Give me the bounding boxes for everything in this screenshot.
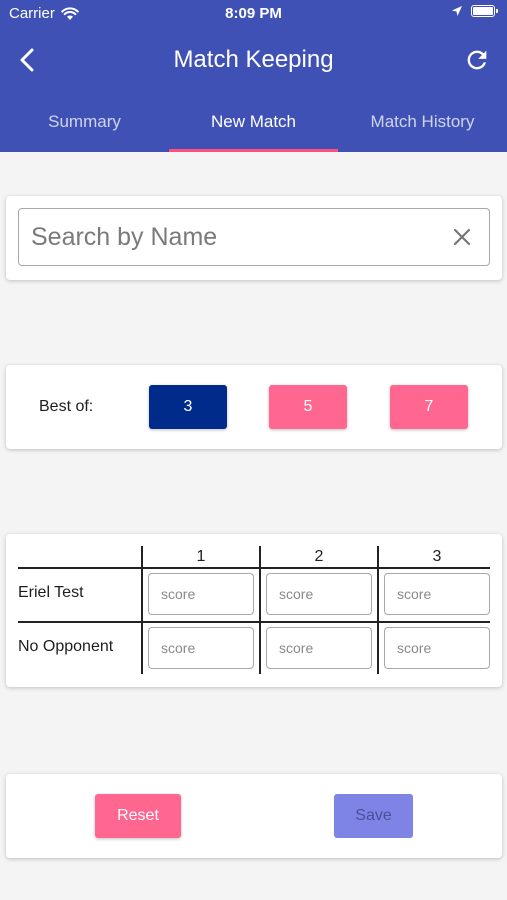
score-input[interactable] — [266, 627, 372, 669]
search-card — [6, 196, 502, 280]
score-table-card: 1 2 3 Eriel Test No Opponent — [6, 534, 502, 687]
score-input[interactable] — [266, 573, 372, 615]
close-icon — [453, 228, 471, 246]
table-divider — [141, 546, 143, 674]
save-button[interactable]: Save — [334, 794, 413, 838]
score-input[interactable] — [384, 627, 490, 669]
table-divider — [18, 567, 490, 569]
app-header: Carrier 8:09 PM Match Keeping Summary Ne… — [0, 0, 507, 152]
table-divider — [377, 546, 379, 674]
battery-icon — [471, 5, 498, 17]
best-of-card: Best of: 3 5 7 — [6, 365, 502, 449]
reset-button[interactable]: Reset — [95, 794, 181, 838]
score-input[interactable] — [148, 627, 254, 669]
player-name: Eriel Test — [18, 584, 84, 601]
actions-card: Reset Save — [6, 774, 502, 858]
game-column-header: 1 — [196, 548, 206, 565]
tab-match-history[interactable]: Match History — [338, 100, 507, 152]
best-of-5-button[interactable]: 5 — [269, 385, 347, 429]
tab-new-match[interactable]: New Match — [169, 100, 338, 152]
refresh-icon — [467, 50, 487, 70]
status-time: 8:09 PM — [225, 5, 282, 22]
best-of-label: Best of: — [39, 398, 94, 415]
best-of-7-button[interactable]: 7 — [390, 385, 468, 429]
best-of-3-button[interactable]: 3 — [149, 385, 227, 429]
table-divider — [259, 546, 261, 674]
game-column-header: 3 — [432, 548, 442, 565]
search-input[interactable] — [31, 217, 431, 257]
score-input[interactable] — [384, 573, 490, 615]
status-right — [451, 5, 498, 17]
tab-summary[interactable]: Summary — [0, 100, 169, 152]
clear-search-button[interactable] — [451, 226, 473, 248]
tab-bar: Summary New Match Match History — [0, 100, 507, 152]
refresh-button[interactable] — [463, 46, 491, 74]
table-divider — [18, 621, 490, 623]
location-arrow-icon — [452, 6, 462, 16]
status-bar: Carrier 8:09 PM — [0, 0, 507, 28]
search-box — [18, 208, 490, 266]
player-name: No Opponent — [18, 638, 114, 655]
page-title: Match Keeping — [173, 46, 334, 73]
score-input[interactable] — [148, 573, 254, 615]
app-bar: Match Keeping — [0, 36, 507, 84]
game-column-header: 2 — [314, 548, 324, 565]
score-table: 1 2 3 Eriel Test No Opponent — [18, 544, 490, 676]
